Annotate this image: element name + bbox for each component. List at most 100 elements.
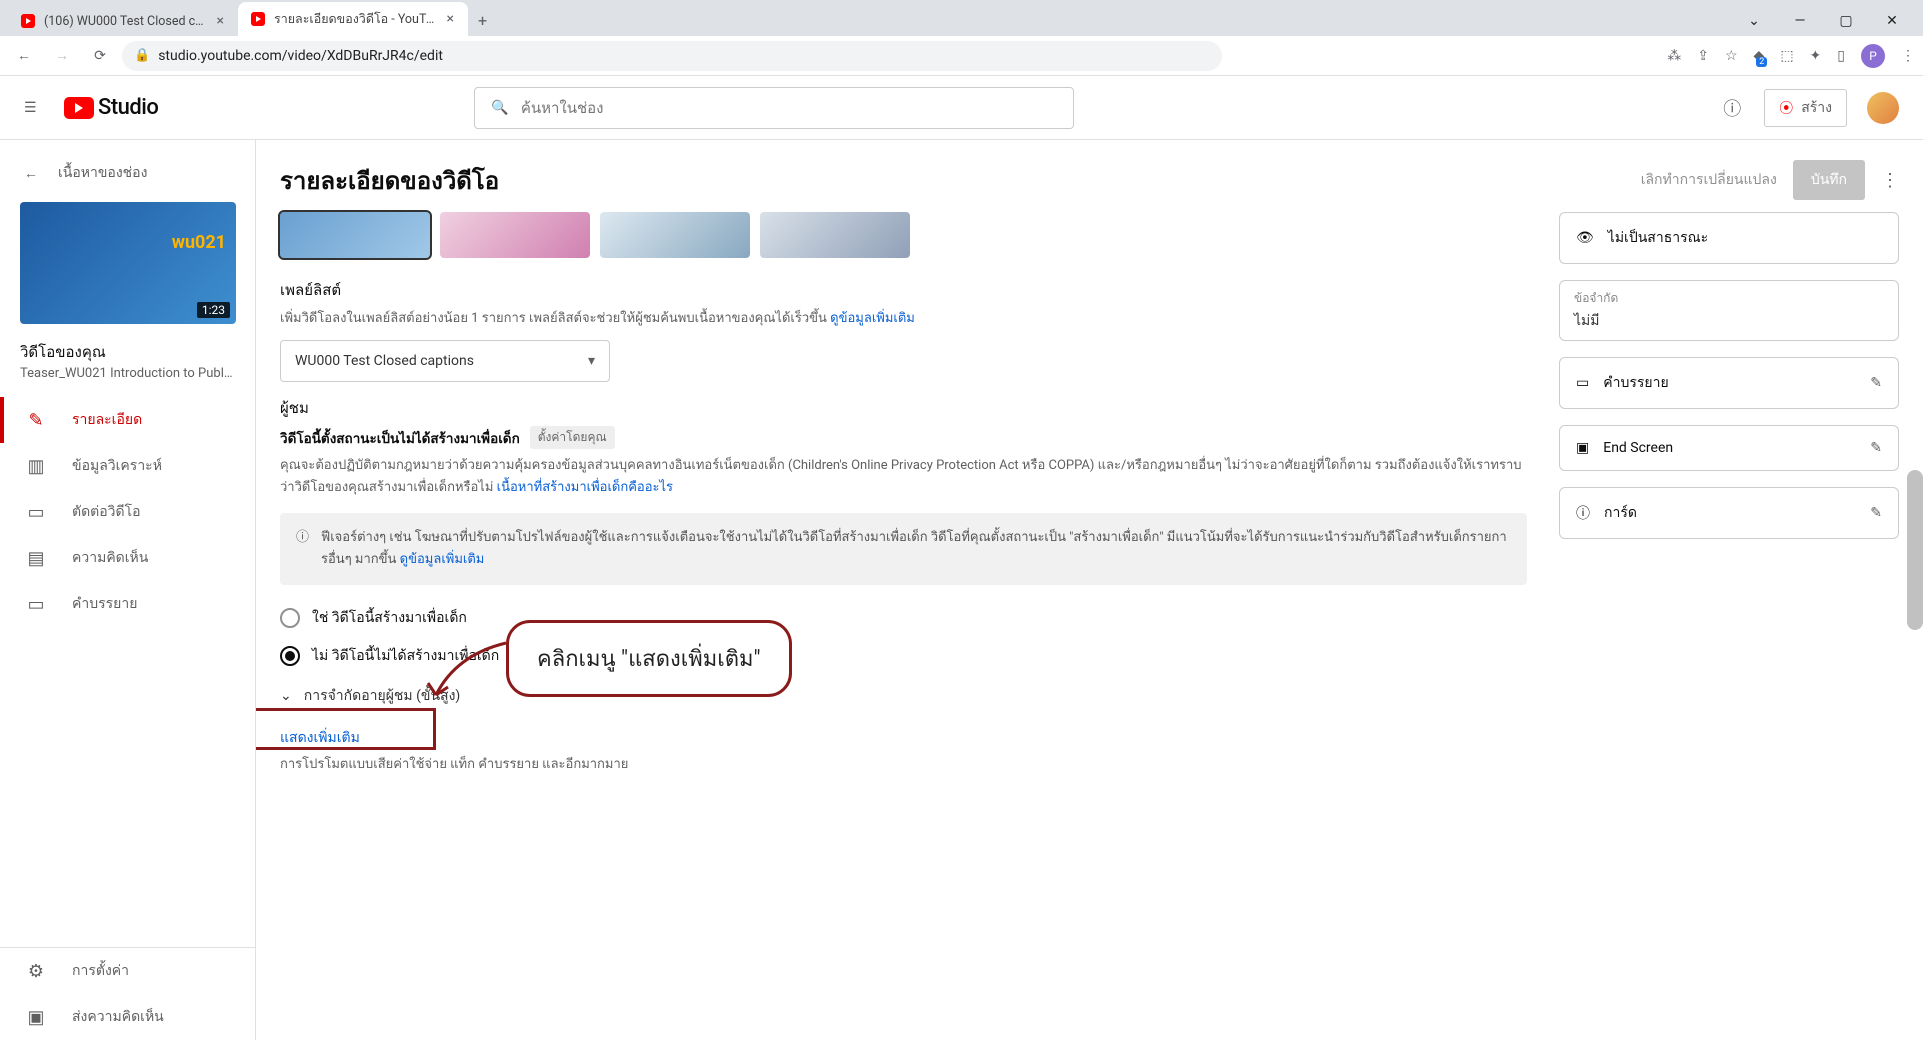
- youtube-icon: [64, 97, 94, 119]
- youtube-icon: [250, 11, 266, 27]
- share-icon[interactable]: ⇪: [1697, 48, 1709, 64]
- radio-icon: [280, 608, 300, 628]
- sidebar-bottom: ⚙ การตั้งค่า ▣ ส่งความคิดเห็น: [0, 947, 255, 1040]
- info-callout: ⓘ ฟีเจอร์ต่างๆ เช่น โฆษณาที่ปรับตามโปรไฟ…: [280, 513, 1527, 585]
- set-by-you-badge: ตั้งค่าโดยคุณ: [530, 426, 615, 449]
- puzzle-icon[interactable]: ✦: [1810, 48, 1822, 64]
- channel-avatar[interactable]: [1867, 92, 1899, 124]
- playlist-learn-more-link[interactable]: ดูข้อมูลเพิ่มเติม: [830, 311, 915, 326]
- maximize-icon[interactable]: ▢: [1823, 6, 1869, 36]
- nav-analytics[interactable]: ▥ ข้อมูลวิเคราะห์: [0, 443, 255, 489]
- kebab-icon[interactable]: ⋮: [1881, 170, 1899, 191]
- browser-tab-1[interactable]: (106) WU000 Test Closed caption ×: [8, 6, 238, 36]
- nav-settings[interactable]: ⚙ การตั้งค่า: [0, 948, 255, 994]
- chevron-down-icon[interactable]: ⌄: [1731, 6, 1777, 36]
- endscreen-card[interactable]: ▣ End Screen ✎: [1559, 425, 1899, 471]
- translate-icon[interactable]: ⁂: [1667, 48, 1681, 64]
- tab-title: (106) WU000 Test Closed caption: [44, 14, 207, 29]
- nav-list: ✎ รายละเอียด ▥ ข้อมูลวิเคราะห์ ▭ ตัดต่อว…: [0, 397, 255, 947]
- info-learn-more-link[interactable]: ดูข้อมูลเพิ่มเติม: [400, 552, 485, 567]
- mfk-status-row: วิดีโอนี้ตั้งสถานะเป็นไม่ได้สร้างมาเพื่อ…: [280, 426, 1527, 449]
- sidepanel-icon[interactable]: ▯: [1837, 48, 1845, 64]
- playlist-help: เพิ่มวิดีโอลงในเพลย์ลิสต์อย่างน้อย 1 ราย…: [280, 308, 1527, 330]
- sidebar: ← เนื้อหาของช่อง wu021 1:23 วิดีโอของคุณ…: [0, 140, 256, 1040]
- extension-icon[interactable]: ◆: [1754, 48, 1765, 64]
- extension-icon[interactable]: ⬚: [1780, 48, 1793, 64]
- browser-tab-2[interactable]: รายละเอียดของวิดีโอ - YouTube Stu ×: [238, 2, 468, 36]
- pencil-icon[interactable]: ✎: [1870, 505, 1882, 521]
- help-icon[interactable]: ⓘ: [1720, 96, 1744, 120]
- create-label: สร้าง: [1801, 97, 1832, 119]
- page-title: รายละเอียดของวิดีโอ: [280, 161, 499, 200]
- url-field[interactable]: 🔒 studio.youtube.com/video/XdDBuRrJR4c/e…: [122, 41, 1222, 71]
- back-label: เนื้อหาของช่อง: [58, 162, 147, 184]
- scrollbar[interactable]: [1907, 470, 1923, 630]
- save-button[interactable]: บันทึก: [1793, 160, 1865, 200]
- audience-heading: ผู้ชม: [280, 396, 1527, 420]
- pencil-icon[interactable]: ✎: [1870, 440, 1882, 456]
- thumbnail-option-1[interactable]: [280, 212, 430, 258]
- back-to-content[interactable]: ← เนื้อหาของช่อง: [0, 152, 255, 194]
- coppa-learn-more-link[interactable]: เนื้อหาที่สร้างมาเพื่อเด็กคืออะไร: [497, 480, 673, 495]
- cards-card[interactable]: ⓘ การ์ด ✎: [1559, 487, 1899, 539]
- back-icon[interactable]: ←: [8, 40, 40, 72]
- subtitles-icon: ▭: [1576, 375, 1589, 391]
- address-bar: ← → ⟳ 🔒 studio.youtube.com/video/XdDBuRr…: [0, 36, 1923, 76]
- hamburger-icon[interactable]: ☰: [24, 100, 48, 116]
- visibility-card[interactable]: 👁 ไม่เป็นสาธารณะ: [1559, 212, 1899, 264]
- content-column: รายละเอียดของวิดีโอ เลิกทำการเปลี่ยนแปลง…: [256, 140, 1923, 1040]
- video-filename: Teaser_WU021 Introduction to Publi...: [20, 366, 235, 381]
- nav-comments[interactable]: ▤ ความคิดเห็น: [0, 535, 255, 581]
- new-tab-button[interactable]: +: [468, 5, 497, 36]
- pencil-icon[interactable]: ✎: [1870, 375, 1882, 391]
- subtitles-card[interactable]: ▭ คำบรรยาย ✎: [1559, 357, 1899, 409]
- chevron-down-icon: ▾: [588, 353, 595, 369]
- coppa-help: คุณจะต้องปฏิบัติตามกฎหมายว่าด้วยความคุ้ม…: [280, 455, 1527, 499]
- search-input[interactable]: [521, 99, 1058, 117]
- nav-label: ตัดต่อวิดีโอ: [72, 501, 141, 523]
- studio-logo[interactable]: Studio: [64, 95, 158, 120]
- star-icon[interactable]: ☆: [1725, 48, 1738, 64]
- search-box[interactable]: 🔍: [474, 87, 1074, 129]
- restrictions-card: ข้อจำกัด ไม่มี: [1559, 280, 1899, 341]
- info-icon: ⓘ: [1576, 503, 1590, 523]
- duration-badge: 1:23: [197, 302, 230, 318]
- chevron-down-icon: ⌄: [280, 688, 292, 704]
- minimize-icon[interactable]: —: [1777, 6, 1823, 36]
- create-button[interactable]: ⦿ สร้าง: [1764, 89, 1847, 127]
- annotation-arrow-icon: [426, 635, 516, 715]
- video-thumbnail[interactable]: wu021 1:23: [20, 202, 236, 324]
- close-window-icon[interactable]: ✕: [1869, 6, 1915, 36]
- reload-icon[interactable]: ⟳: [84, 40, 116, 72]
- subtitles-label: คำบรรยาย: [1603, 372, 1668, 394]
- nav-feedback[interactable]: ▣ ส่งความคิดเห็น: [0, 994, 255, 1040]
- playlist-select[interactable]: WU000 Test Closed captions ▾: [280, 340, 610, 382]
- nav-subtitles[interactable]: ▭ คำบรรยาย: [0, 581, 255, 627]
- app-body: ← เนื้อหาของช่อง wu021 1:23 วิดีโอของคุณ…: [0, 140, 1923, 1040]
- studio-header: ☰ Studio 🔍 ⓘ ⦿ สร้าง: [0, 76, 1923, 140]
- youtube-icon: [20, 13, 36, 29]
- kebab-icon[interactable]: ⋮: [1901, 48, 1915, 64]
- close-icon[interactable]: ×: [445, 11, 456, 27]
- cards-label: การ์ด: [1604, 502, 1637, 524]
- url-text: studio.youtube.com/video/XdDBuRrJR4c/edi…: [158, 48, 443, 64]
- mfk-yes-radio[interactable]: ใช่ วิดีโอนี้สร้างมาเพื่อเด็ก: [280, 599, 1527, 637]
- thumbnail-option-2[interactable]: [440, 212, 590, 258]
- your-video-heading: วิดีโอของคุณ: [20, 340, 235, 364]
- playlist-heading: เพลย์ลิสต์: [280, 278, 1527, 302]
- profile-avatar[interactable]: P: [1861, 44, 1885, 68]
- nav-editor[interactable]: ▭ ตัดต่อวิดีโอ: [0, 489, 255, 535]
- visibility-value: ไม่เป็นสาธารณะ: [1608, 227, 1708, 249]
- endscreen-label: End Screen: [1603, 440, 1673, 456]
- info-icon: ⓘ: [296, 527, 309, 571]
- forward-icon: →: [46, 40, 78, 72]
- playlist-selected-value: WU000 Test Closed captions: [295, 353, 474, 369]
- thumbnail-option-3[interactable]: [600, 212, 750, 258]
- close-icon[interactable]: ×: [215, 13, 226, 29]
- nav-details[interactable]: ✎ รายละเอียด: [0, 397, 255, 443]
- annotation-highlight-box: [256, 708, 436, 750]
- thumbnail-option-4[interactable]: [760, 212, 910, 258]
- pencil-icon: ✎: [24, 410, 48, 431]
- nav-label: ข้อมูลวิเคราะห์: [72, 455, 162, 477]
- undo-changes-button[interactable]: เลิกทำการเปลี่ยนแปลง: [1641, 169, 1777, 191]
